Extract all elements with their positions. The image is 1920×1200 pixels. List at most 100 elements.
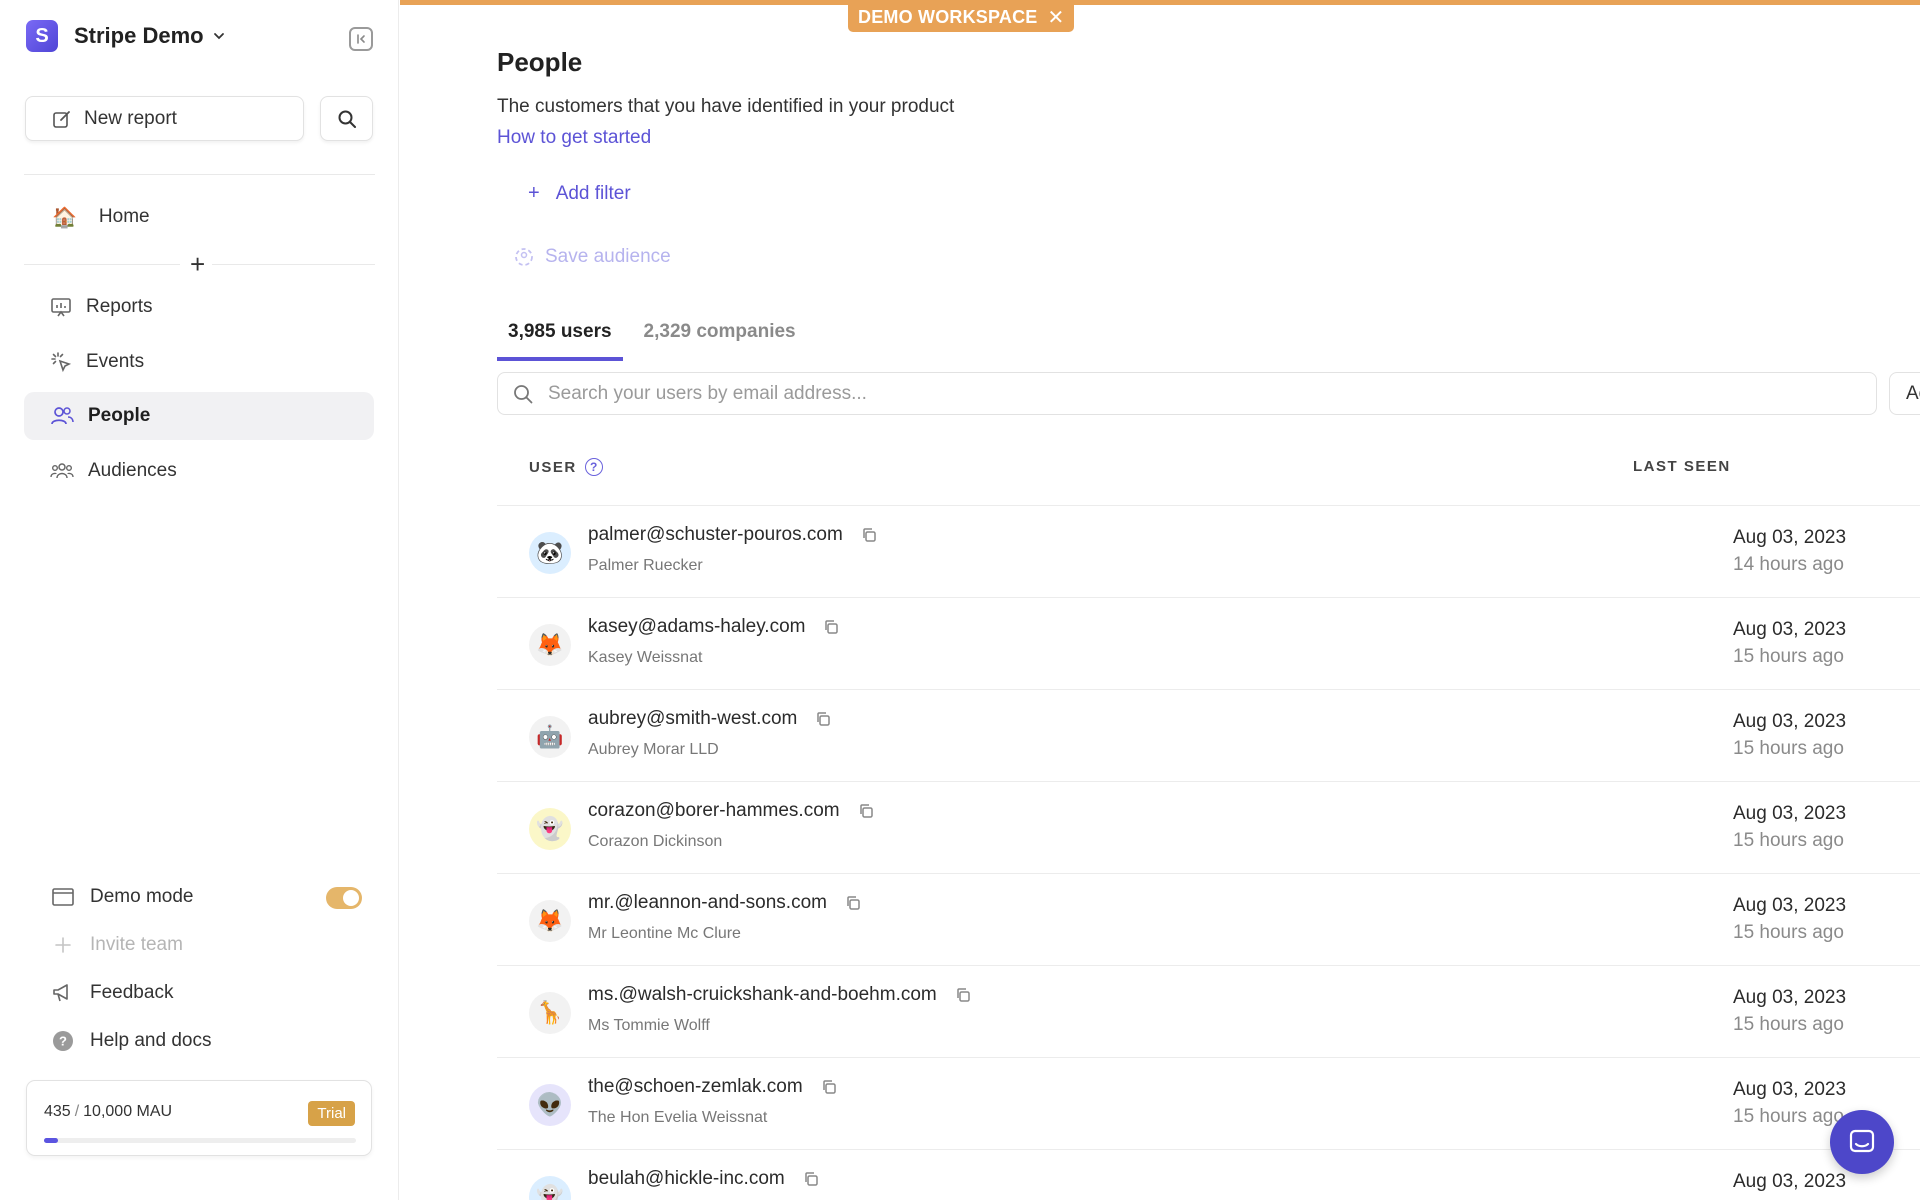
last-seen-date: Aug 03, 2023 [1733, 711, 1847, 732]
toolbar-action-button[interactable]: Ac [1889, 372, 1920, 415]
add-section-button[interactable]: + [190, 251, 205, 277]
workspace-switcher[interactable]: S Stripe Demo [26, 20, 226, 52]
user-name: Ms Tommie Wolff [588, 1017, 710, 1034]
table-row[interactable]: 👻 beulah@hickle-inc.com Aug 03, 2023 [497, 1150, 1920, 1200]
last-seen-relative: 15 hours ago [1733, 922, 1844, 943]
last-seen-relative: 15 hours ago [1733, 646, 1844, 667]
demo-workspace-banner: DEMO WORKSPACE ✕ [848, 3, 1075, 32]
close-icon[interactable]: ✕ [1047, 5, 1064, 30]
tab-users[interactable]: 3,985 users [497, 318, 623, 361]
add-filter-button[interactable]: + Add filter [528, 182, 631, 205]
user-email[interactable]: palmer@schuster-pouros.com [588, 524, 843, 546]
copy-icon[interactable] [815, 711, 831, 727]
plus-icon: + [528, 182, 540, 204]
column-header-user[interactable]: USER ? [529, 458, 603, 476]
tab-companies[interactable]: 2,329 companies [633, 318, 807, 361]
demo-mode-item: Demo mode [52, 886, 194, 908]
table-row[interactable]: 🦒 ms.@walsh-cruickshank-and-boehm.com Ms… [497, 966, 1920, 1058]
chat-icon [1849, 1129, 1875, 1153]
user-email[interactable]: kasey@adams-haley.com [588, 616, 805, 638]
collapse-sidebar-button[interactable] [349, 27, 373, 51]
sidebar-divider [24, 174, 375, 175]
home-icon: 🏠 [52, 206, 77, 229]
last-seen-relative: 15 hours ago [1733, 830, 1844, 851]
column-header-last-seen[interactable]: LAST SEEN [1633, 458, 1731, 475]
user-email[interactable]: ms.@walsh-cruickshank-and-boehm.com [588, 984, 937, 1006]
user-email[interactable]: mr.@leannon-and-sons.com [588, 892, 827, 914]
user-avatar: 🦊 [529, 624, 571, 666]
table-row[interactable]: 🦊 kasey@adams-haley.com Kasey Weissnat A… [497, 598, 1920, 690]
divider-line [24, 264, 180, 265]
last-seen-date: Aug 03, 2023 [1733, 987, 1847, 1008]
user-email[interactable]: corazon@borer-hammes.com [588, 800, 840, 822]
browser-window-icon [52, 888, 74, 906]
table-row[interactable]: 👻 corazon@borer-hammes.com Corazon Dicki… [497, 782, 1920, 874]
save-audience-button[interactable]: Save audience [513, 246, 671, 268]
last-seen-relative: 15 hours ago [1733, 1106, 1844, 1127]
demo-mode-label: Demo mode [90, 886, 194, 907]
user-email-cell: ms.@walsh-cruickshank-and-boehm.com [588, 984, 971, 1006]
table-row[interactable]: 🤖 aubrey@smith-west.com Aubrey Morar LLD… [497, 690, 1920, 782]
user-avatar: 🐼 [529, 532, 571, 574]
edit-icon [53, 110, 70, 128]
sidebar-item-people[interactable]: People [24, 392, 374, 440]
people-tabs: 3,985 users 2,329 companies [497, 318, 817, 361]
user-search-input[interactable] [548, 382, 1748, 405]
user-avatar: 🦊 [529, 900, 571, 942]
user-email-cell: beulah@hickle-inc.com [588, 1168, 819, 1190]
user-email[interactable]: aubrey@smith-west.com [588, 708, 797, 730]
user-email[interactable]: the@schoen-zemlak.com [588, 1076, 803, 1098]
copy-icon[interactable] [858, 803, 874, 819]
copy-icon[interactable] [821, 1079, 837, 1095]
user-avatar: 🦒 [529, 992, 571, 1034]
main-content: DEMO WORKSPACE ✕ People The customers th… [400, 0, 1920, 1200]
sidebar-item-events[interactable]: Events [24, 338, 374, 386]
feedback-label: Feedback [90, 982, 174, 1003]
demo-mode-toggle[interactable] [326, 887, 362, 909]
plus-icon [55, 937, 71, 953]
user-name: Palmer Ruecker [588, 557, 703, 574]
last-seen-date: Aug 03, 2023 [1733, 527, 1847, 548]
table-row[interactable]: 🦊 mr.@leannon-and-sons.com Mr Leontine M… [497, 874, 1920, 966]
user-email-cell: corazon@borer-hammes.com [588, 800, 874, 822]
feedback-item[interactable]: Feedback [52, 982, 173, 1004]
user-email[interactable]: beulah@hickle-inc.com [588, 1168, 785, 1190]
last-seen-date: Aug 03, 2023 [1733, 619, 1847, 640]
sidebar-item-audiences[interactable]: Audiences [24, 447, 374, 495]
new-report-button[interactable]: New report [25, 96, 304, 141]
table-row[interactable]: 👽 the@schoen-zemlak.com The Hon Evelia W… [497, 1058, 1920, 1150]
sidebar-item-home[interactable]: 🏠 Home [24, 198, 374, 236]
reports-icon [51, 298, 71, 317]
copy-icon[interactable] [845, 895, 861, 911]
help-icon[interactable]: ? [584, 458, 603, 476]
copy-icon[interactable] [955, 987, 971, 1003]
demo-strip [400, 0, 1920, 5]
last-seen-date: Aug 03, 2023 [1733, 895, 1847, 916]
chat-launcher-button[interactable] [1830, 1110, 1894, 1174]
audiences-icon [50, 463, 74, 479]
divider-line [212, 264, 375, 265]
invite-team-label: Invite team [90, 934, 183, 955]
user-email-cell: aubrey@smith-west.com [588, 708, 831, 730]
trial-badge[interactable]: Trial [308, 1101, 355, 1126]
user-name: Mr Leontine Mc Clure [588, 925, 741, 942]
invite-team-item[interactable]: Invite team [52, 934, 183, 956]
user-email-cell: the@schoen-zemlak.com [588, 1076, 837, 1098]
how-to-get-started-link[interactable]: How to get started [497, 127, 651, 149]
workspace-logo: S [26, 20, 58, 52]
copy-icon[interactable] [861, 527, 877, 543]
sidebar-search-button[interactable] [320, 96, 373, 141]
help-docs-item[interactable]: ? Help and docs [52, 1030, 211, 1052]
add-section-divider: + [24, 251, 375, 277]
table-row[interactable]: 🐼 palmer@schuster-pouros.com Palmer Ruec… [497, 506, 1920, 598]
people-icon [51, 407, 74, 425]
user-avatar: 🤖 [529, 716, 571, 758]
sidebar-item-label: Events [86, 351, 145, 372]
sidebar-item-reports[interactable]: Reports [24, 283, 374, 331]
user-name: The Hon Evelia Weissnat [588, 1109, 768, 1126]
user-name: Kasey Weissnat [588, 649, 703, 666]
copy-icon[interactable] [823, 619, 839, 635]
copy-icon[interactable] [803, 1171, 819, 1187]
save-audience-label: Save audience [545, 246, 671, 267]
user-avatar: 👻 [529, 808, 571, 850]
